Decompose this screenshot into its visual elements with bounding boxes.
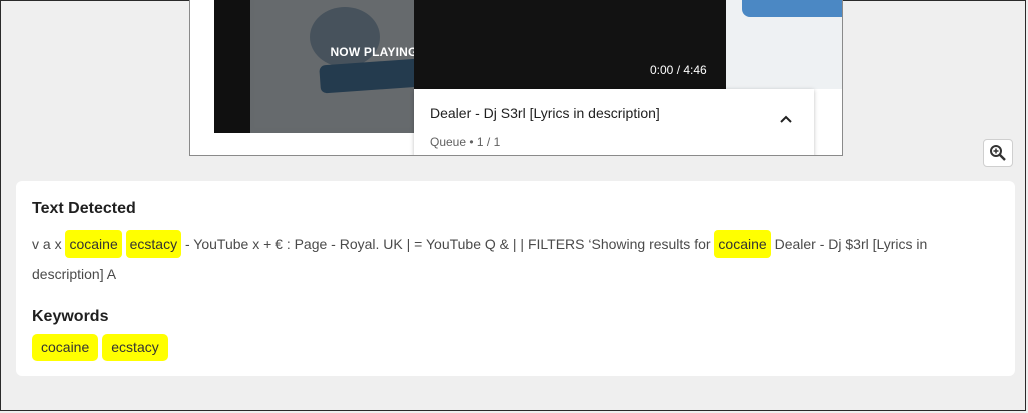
text-detected-heading: Text Detected bbox=[32, 200, 136, 217]
screenshot-preview: NOW PLAYING 0:00 / 4:46 Dealer - Dj S3rl… bbox=[189, 0, 843, 156]
detected-text-segment: v a x bbox=[32, 236, 66, 252]
zoom-button[interactable] bbox=[983, 139, 1013, 167]
playback-time: 0:00 / 4:46 bbox=[650, 63, 707, 77]
mini-player[interactable]: 0:00 / 4:46 bbox=[414, 0, 842, 89]
queue-title: Dealer - Dj S3rl [Lyrics in description] bbox=[430, 105, 660, 121]
keyword-chip: ecstacy bbox=[102, 334, 168, 361]
queue-subtitle: Queue • 1 / 1 bbox=[430, 135, 501, 149]
highlighted-keyword: cocaine bbox=[65, 230, 122, 258]
detected-text-segment: - YouTube x + € : Page - Royal. UK | = Y… bbox=[181, 236, 715, 252]
zoom-in-icon bbox=[990, 145, 1006, 161]
keyword-chip: cocaine bbox=[32, 334, 99, 361]
thumbnail-art bbox=[250, 0, 451, 133]
keywords-heading: Keywords bbox=[32, 308, 109, 325]
highlighted-keyword: cocaine bbox=[714, 230, 771, 258]
results-card: Text Detected v a x cocaine ecstacy - Yo… bbox=[16, 181, 1015, 376]
detected-text: v a x cocaine ecstacy - YouTube x + € : … bbox=[32, 229, 977, 289]
video-thumbnail[interactable]: NOW PLAYING bbox=[214, 0, 451, 133]
queue-card: Dealer - Dj S3rl [Lyrics in description]… bbox=[414, 89, 814, 155]
mini-player-thumbnail bbox=[726, 0, 842, 89]
keyword-list: cocaine ecstacy bbox=[32, 334, 168, 361]
chevron-up-icon[interactable] bbox=[778, 111, 794, 127]
highlighted-keyword: ecstacy bbox=[125, 230, 182, 258]
